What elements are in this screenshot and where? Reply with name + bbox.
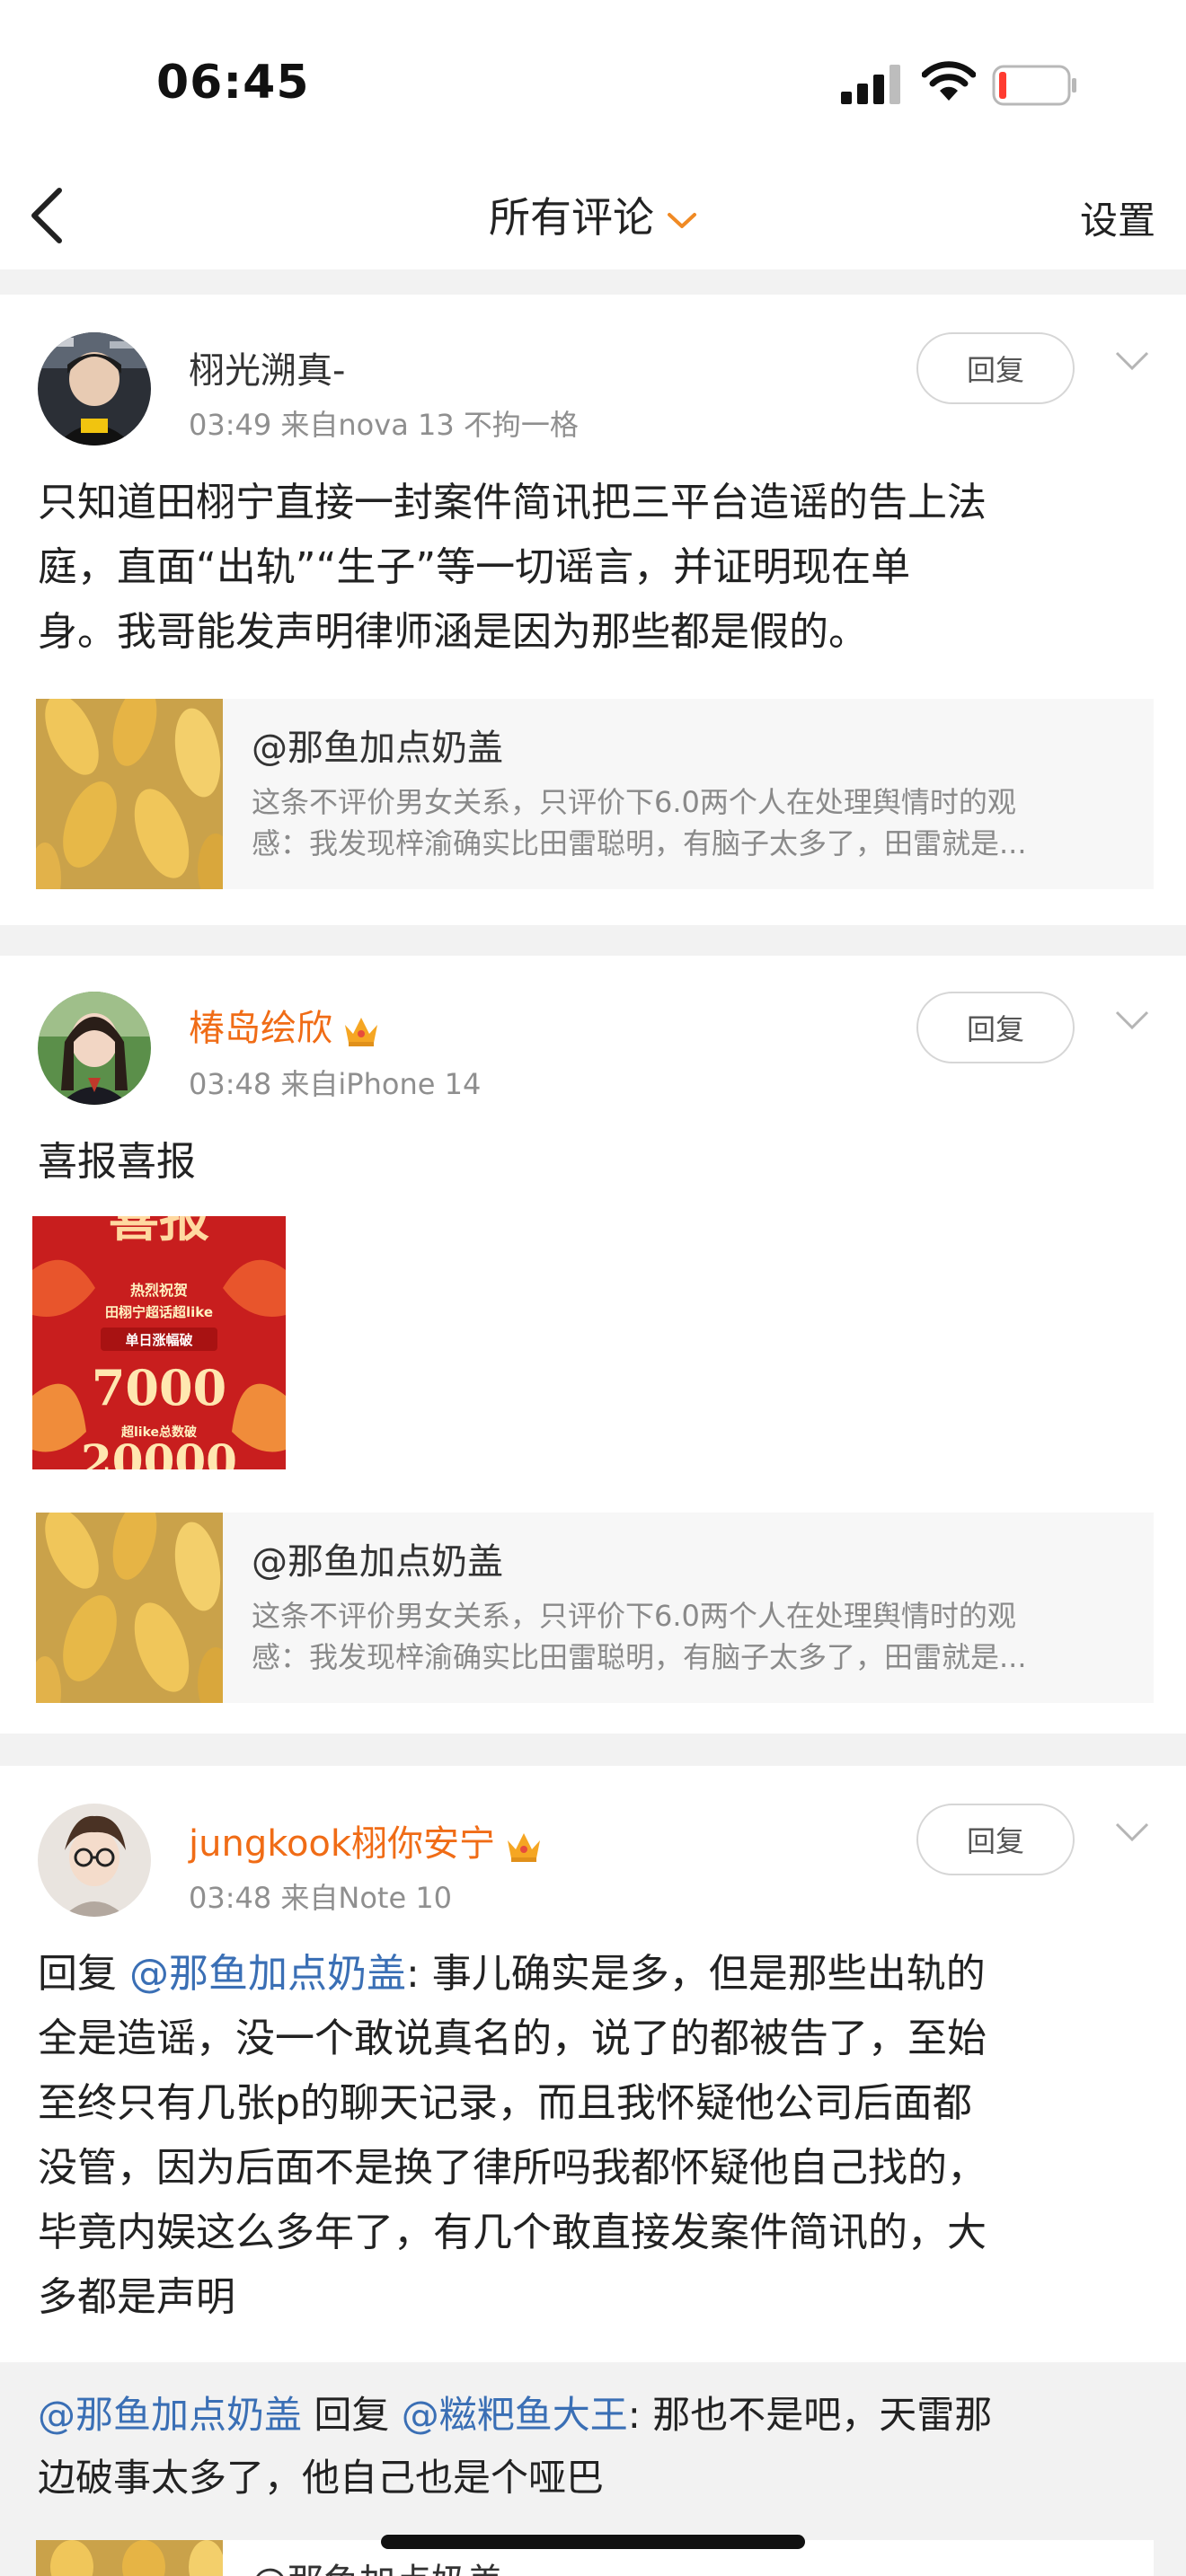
- mention-link[interactable]: @糍粑鱼大王: [402, 2393, 628, 2437]
- comment-text: 只知道田栩宁直接一封案件简讯把三平台造谣的告上法 庭，直面“出轨”“生子”等一切…: [38, 480, 987, 655]
- quote-author: @那鱼加点奶盖: [252, 2553, 503, 2576]
- reply-button[interactable]: 回复: [916, 992, 1075, 1063]
- comment-text: 喜报喜报: [38, 1139, 196, 1185]
- username[interactable]: 栩光溯真-: [189, 341, 345, 393]
- quoted-post[interactable]: @那鱼加点奶盖 这条不评价男女关系，只评价下6.0两个人在处理舆情时的观 感：我…: [36, 1513, 1154, 1703]
- vip-crown-icon: [345, 1018, 377, 1046]
- chevron-down-icon[interactable]: [1114, 350, 1150, 372]
- avatar[interactable]: [38, 332, 151, 446]
- status-time: 06:45: [156, 56, 310, 110]
- comment-card: jungkook栩你安宁 03:48 来自Note 10 回复 回复 @那鱼加点…: [0, 1766, 1186, 2576]
- image-line3: 单日涨幅破: [125, 1332, 192, 1348]
- image-number2: 20000: [81, 1434, 237, 1469]
- cellular-signal-icon: [841, 65, 900, 104]
- username[interactable]: 椿岛绘欣: [189, 999, 381, 1051]
- avatar[interactable]: [38, 992, 151, 1105]
- image-title: 喜报: [109, 1216, 209, 1248]
- comment-card: 栩光溯真- 03:49 来自nova 13 不拘一格 回复 只知道田栩宁直接一封…: [0, 295, 1186, 925]
- chevron-down-icon: [668, 212, 696, 228]
- quote-text: 这条不评价男女关系，只评价下6.0两个人在处理舆情时的观 感：我发现梓渝确实比田…: [252, 1599, 1027, 1674]
- comment-text: 回复 @那鱼加点奶盖: 事儿确实是多，但是那些出轨的 全是造谣，没一个敢说真名的…: [38, 1951, 987, 2320]
- wifi-icon: [922, 61, 976, 101]
- comment-meta: 03:48 来自iPhone 14: [189, 1067, 482, 1101]
- sub-reply-text: @那鱼加点奶盖 回复 @糍粑鱼大王: 那也不是吧，天雷那 边破事太多了，他自己也…: [38, 2393, 993, 2500]
- username[interactable]: jungkook栩你安宁: [189, 1814, 544, 1866]
- settings-button[interactable]: 设置: [1080, 190, 1155, 245]
- thumbnail-image: [36, 699, 223, 889]
- comment-meta: 03:48 来自Note 10: [189, 1881, 453, 1915]
- image-line2: 田栩宁超话超like: [105, 1304, 213, 1320]
- nav-title: 所有评论: [489, 193, 654, 242]
- comment-card: 椿岛绘欣 03:48 来自iPhone 14 回复 喜报喜报 喜报 热烈祝贺 田…: [0, 956, 1186, 1734]
- thumbnail-image: [36, 1513, 223, 1703]
- home-indicator[interactable]: [381, 2535, 805, 2549]
- quote-author: @那鱼加点奶盖: [252, 1541, 503, 1583]
- comment-filter-dropdown[interactable]: 所有评论: [0, 185, 1186, 244]
- quote-author: @那鱼加点奶盖: [252, 728, 503, 769]
- avatar[interactable]: [38, 1804, 151, 1917]
- image-number: 7000: [92, 1359, 226, 1416]
- quote-text: 这条不评价男女关系，只评价下6.0两个人在处理舆情时的观 感：我发现梓渝确实比田…: [252, 785, 1027, 860]
- comment-meta: 03:49 来自nova 13 不拘一格: [189, 408, 579, 442]
- reply-button[interactable]: 回复: [916, 1804, 1075, 1875]
- comment-image[interactable]: 喜报 热烈祝贺 田栩宁超话超like 单日涨幅破 7000 超like总数破 2…: [32, 1189, 286, 1487]
- thumbnail-image: [36, 2540, 223, 2576]
- status-bar: 06:45: [0, 0, 1186, 162]
- vip-crown-icon: [508, 1833, 541, 1862]
- mention-link[interactable]: @那鱼加点奶盖: [129, 1951, 406, 1997]
- mention-link[interactable]: @那鱼加点奶盖: [38, 2393, 302, 2437]
- chevron-down-icon[interactable]: [1114, 1010, 1150, 1031]
- reply-button[interactable]: 回复: [916, 332, 1075, 404]
- battery-icon: [992, 65, 1076, 106]
- chevron-down-icon[interactable]: [1114, 1822, 1150, 1843]
- image-line1: 热烈祝贺: [130, 1282, 188, 1299]
- quoted-post[interactable]: @那鱼加点奶盖 这条不评价男女关系，只评价下6.0两个人在处理舆情时的观 感：我…: [36, 699, 1154, 889]
- nav-bar: 所有评论 设置: [0, 162, 1186, 269]
